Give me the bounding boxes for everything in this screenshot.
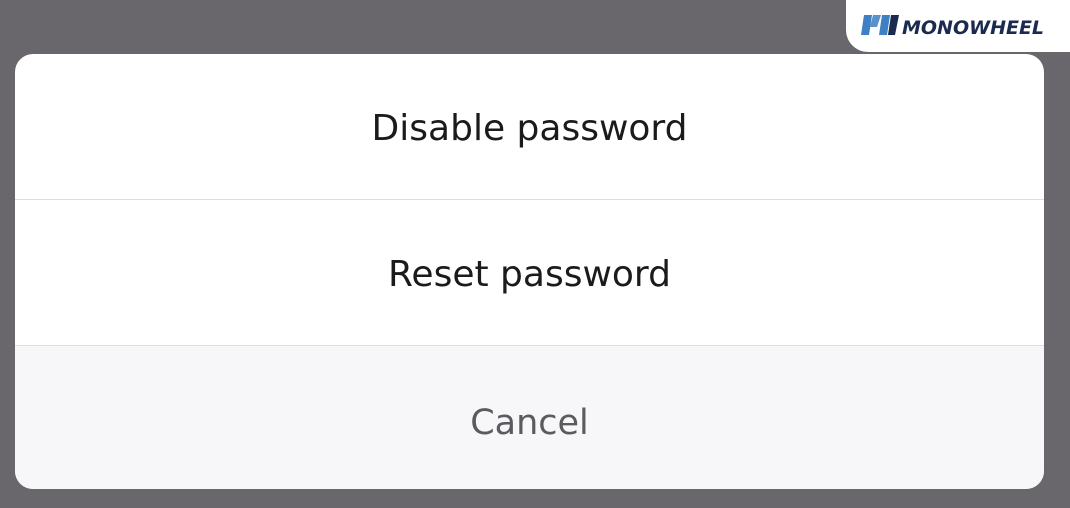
disable-password-button[interactable]: Disable password bbox=[15, 54, 1044, 200]
brand-name: MONOWHEEL bbox=[902, 17, 1044, 39]
reset-password-label: Reset password bbox=[388, 254, 671, 295]
cancel-button[interactable]: Cancel bbox=[15, 346, 1044, 489]
action-sheet: Disable password Reset password Cancel bbox=[15, 54, 1044, 489]
disable-password-label: Disable password bbox=[371, 108, 688, 149]
monowheel-logo-icon: MONOWHEEL bbox=[861, 15, 1044, 39]
reset-password-button[interactable]: Reset password bbox=[15, 200, 1044, 346]
cancel-label: Cancel bbox=[470, 402, 589, 443]
monowheel-watermark: MONOWHEEL bbox=[846, 0, 1070, 52]
